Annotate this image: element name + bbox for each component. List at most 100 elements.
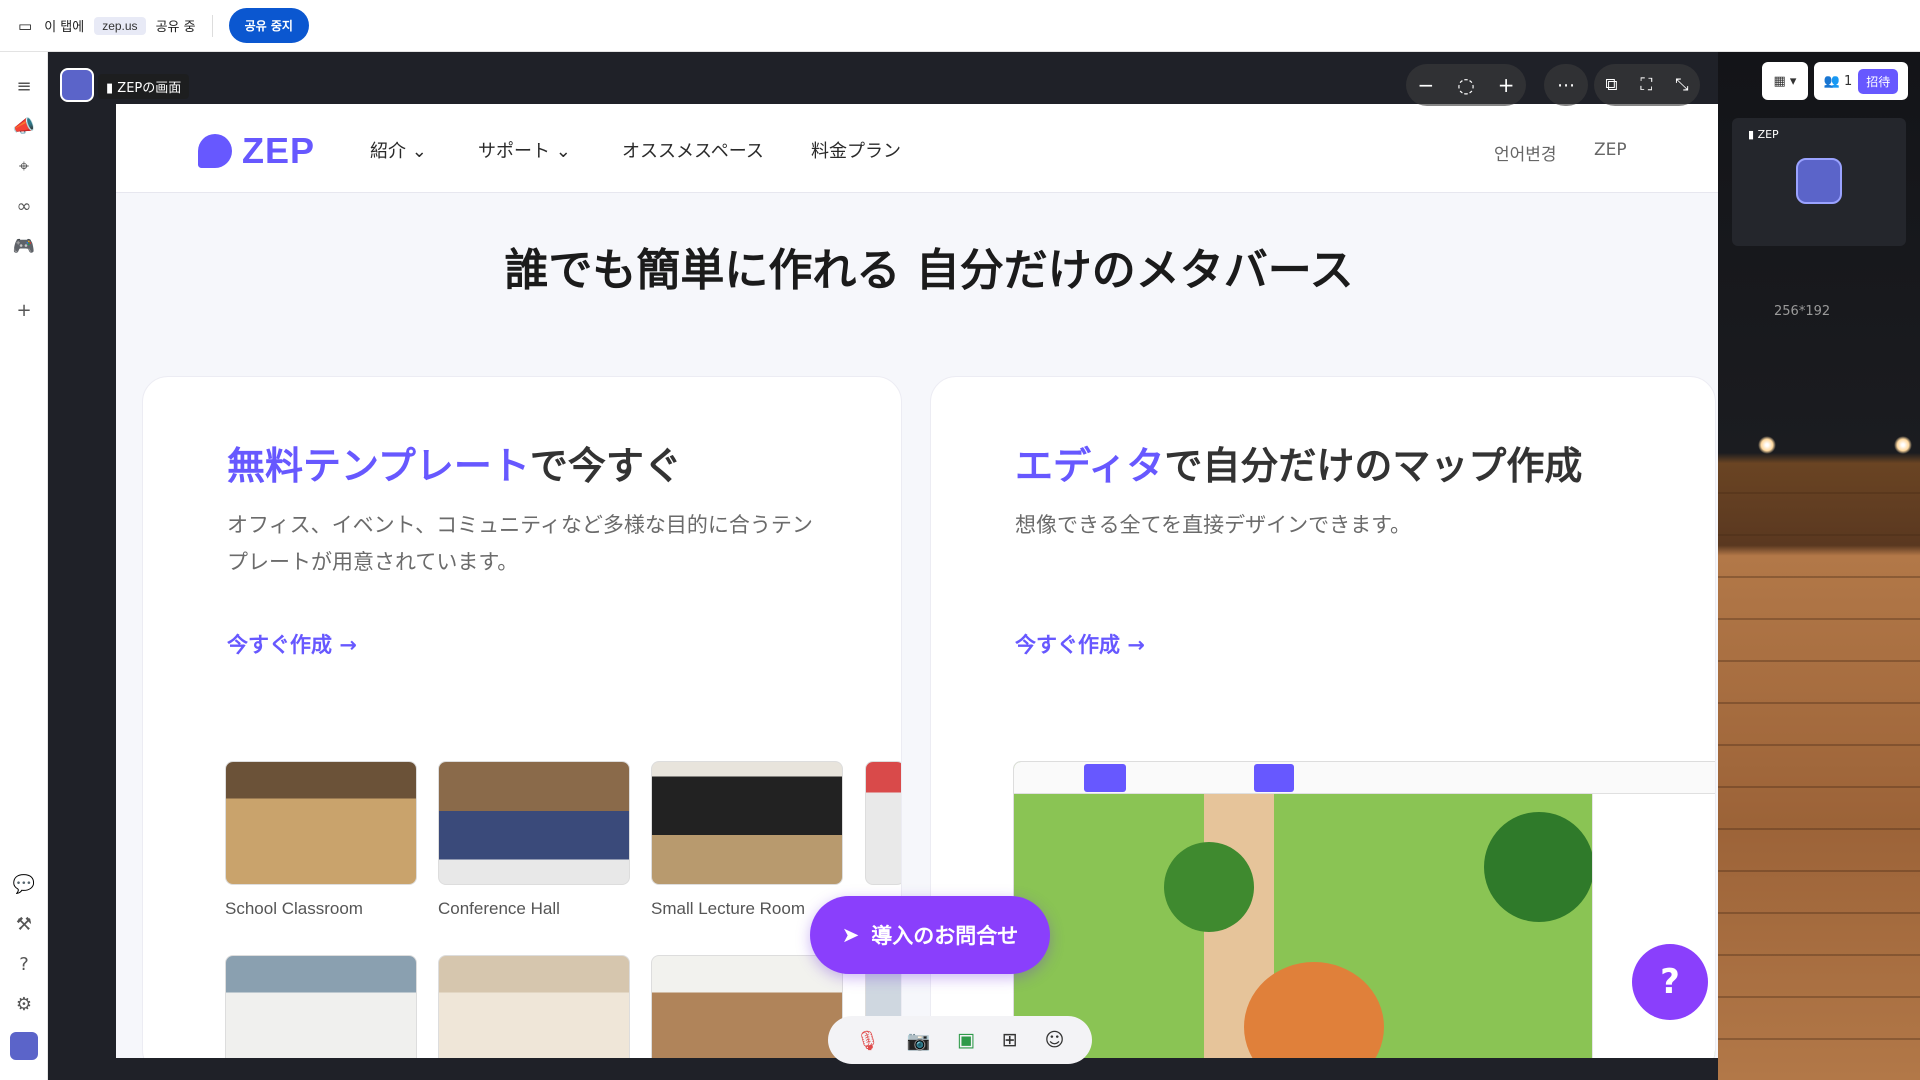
chevron-down-icon: ⌄ bbox=[411, 141, 427, 162]
editor-toolbar bbox=[1014, 762, 1715, 794]
view-controls: ⧉ ⛶ ⤡ bbox=[1594, 64, 1700, 106]
nav-intro[interactable]: 紹介 ⌄ bbox=[370, 137, 427, 163]
template-label: Conference Hall bbox=[438, 899, 560, 918]
game-floor bbox=[1718, 492, 1920, 1080]
menu-icon[interactable]: ≡ bbox=[12, 74, 36, 98]
map-editor-preview bbox=[1013, 761, 1715, 1058]
contact-sales-label: 導入のお問合せ bbox=[871, 924, 1019, 948]
resolution-label: 256*192 bbox=[1774, 304, 1831, 319]
zoom-controls: − ◌ + bbox=[1406, 64, 1526, 106]
nav-support-label: サポート bbox=[478, 141, 550, 162]
editor-active-tool bbox=[1084, 764, 1126, 792]
game-lamp bbox=[1894, 436, 1912, 454]
zep-menu-link[interactable]: ZEP bbox=[1594, 140, 1627, 160]
game-lamp bbox=[1758, 436, 1776, 454]
participant-avatar bbox=[1796, 158, 1842, 204]
arrow-right-icon: → bbox=[1127, 633, 1145, 657]
video-tile-label: ▮ ZEP bbox=[1748, 128, 1779, 141]
help-icon[interactable]: ? bbox=[12, 952, 36, 976]
editor-tree bbox=[1484, 812, 1594, 922]
template-label: Small Lecture Room bbox=[651, 899, 806, 918]
zoom-out-icon[interactable]: − bbox=[1418, 73, 1435, 97]
send-icon: ➤ bbox=[841, 923, 860, 947]
template-label: School Classroom bbox=[225, 899, 363, 918]
signal-icon: ▮ bbox=[106, 81, 118, 96]
nav-intro-label: 紹介 bbox=[370, 141, 406, 162]
hammer-icon[interactable]: ⚒ bbox=[12, 912, 36, 936]
share-prefix-text: 이 탭에 bbox=[44, 20, 85, 35]
editor-stamp-tool bbox=[1254, 764, 1294, 792]
layout-toggle-button[interactable]: ▦ ▾ bbox=[1762, 62, 1808, 100]
emoji-icon[interactable]: ☺ bbox=[1045, 1029, 1065, 1051]
link-icon[interactable]: ∞ bbox=[12, 194, 36, 218]
gamepad-icon[interactable]: 🎮 bbox=[12, 234, 36, 258]
signal-icon: ▮ bbox=[1748, 128, 1758, 141]
template-thumb-office[interactable] bbox=[225, 955, 417, 1058]
video-tile-name: ZEP bbox=[1757, 128, 1779, 141]
apps-icon[interactable]: ⊞ bbox=[1002, 1029, 1018, 1051]
template-thumb-partial[interactable] bbox=[865, 761, 901, 885]
editor-title-rest: で自分だけのマップ作成 bbox=[1164, 444, 1583, 488]
site-logo[interactable]: ZEP bbox=[242, 130, 315, 172]
templates-card-title: 無料テンプレートで今すぐ bbox=[227, 435, 682, 490]
mic-off-icon[interactable]: 🎙 bbox=[855, 1029, 879, 1052]
layout-icon: ▦ ▾ bbox=[1773, 73, 1797, 89]
stop-sharing-button[interactable]: 공유 중지 bbox=[228, 8, 309, 43]
templates-create-link[interactable]: 今すぐ作成 → bbox=[227, 629, 357, 659]
templates-title-rest: で今すぐ bbox=[529, 444, 682, 488]
picture-in-picture-icon[interactable]: ⧉ bbox=[1605, 75, 1617, 95]
templates-cta-label: 今すぐ作成 bbox=[227, 633, 332, 657]
left-sidebar: ≡ 📣 ⌖ ∞ 🎮 + 💬 ⚒ ? ⚙ bbox=[0, 52, 48, 1080]
templates-card-description: オフィス、イベント、コミュニティなど多様な目的に合うテンプレートが用意されていま… bbox=[227, 513, 813, 574]
screen-share-bar: ▭ 이 탭에 zep.us 공유 중 공유 중지 bbox=[0, 0, 1920, 52]
editor-card-title: エディタで自分だけのマップ作成 bbox=[1015, 435, 1582, 490]
site-header: ZEP 紹介 ⌄ サポート ⌄ オススメスペース 料金プラン 언어변경 ZEP bbox=[116, 104, 1742, 193]
template-thumb-conference-hall[interactable] bbox=[438, 761, 630, 885]
editor-create-link[interactable]: 今すぐ作成 → bbox=[1015, 629, 1145, 659]
users-icon: 👥 bbox=[1823, 73, 1840, 89]
participant-video-tile[interactable]: ▮ ZEP bbox=[1732, 118, 1906, 246]
share-bar-divider bbox=[211, 14, 213, 37]
editor-cta-label: 今すぐ作成 bbox=[1015, 633, 1120, 657]
nav-support[interactable]: サポート ⌄ bbox=[478, 137, 571, 163]
editor-card-description: 想像できる全てを直接デザインできます。 bbox=[1015, 513, 1412, 537]
editor-card: エディタで自分だけのマップ作成 想像できる全てを直接デザインできます。 今すぐ作… bbox=[930, 376, 1716, 1058]
minimize-icon[interactable]: ⤡ bbox=[1675, 75, 1689, 95]
nav-pricing[interactable]: 料金プラン bbox=[811, 137, 901, 163]
fullscreen-icon[interactable]: ⛶ bbox=[1640, 75, 1652, 95]
arrow-right-icon: → bbox=[339, 633, 357, 657]
shared-domain-chip: zep.us bbox=[94, 16, 146, 35]
editor-title-accent: エディタ bbox=[1015, 444, 1165, 488]
participants-button[interactable]: 👥 1 招待 bbox=[1814, 62, 1908, 100]
screen-share-label-text: ZEPの画面 bbox=[117, 81, 182, 96]
share-suffix-text: 공유 중 bbox=[155, 20, 196, 35]
templates-card: 無料テンプレートで今すぐ オフィス、イベント、コミュニティなど多様な目的に合うテ… bbox=[142, 376, 902, 1058]
megaphone-icon[interactable]: 📣 bbox=[12, 114, 36, 138]
templates-title-accent: 無料テンプレート bbox=[227, 444, 530, 488]
page-headline: 誰でも簡単に作れる 自分だけのメタバース bbox=[504, 245, 1354, 296]
editor-tree bbox=[1164, 842, 1254, 932]
template-thumb-school-classroom[interactable] bbox=[225, 761, 417, 885]
help-chat-button[interactable]: ? bbox=[1632, 944, 1708, 1020]
plus-icon[interactable]: + bbox=[12, 298, 36, 322]
template-thumb-hall[interactable] bbox=[651, 955, 843, 1058]
invite-button[interactable]: 招待 bbox=[1858, 68, 1899, 94]
zoom-in-icon[interactable]: + bbox=[1498, 73, 1515, 97]
contact-sales-button[interactable]: ➤ 導入のお問合せ bbox=[810, 896, 1050, 974]
chevron-down-icon: ⌄ bbox=[555, 141, 571, 162]
more-options-button[interactable]: ⋯ bbox=[1544, 64, 1588, 106]
template-thumb-small-lecture-room[interactable] bbox=[651, 761, 843, 885]
help-chat-label: ? bbox=[1660, 962, 1680, 1002]
location-pin-icon[interactable]: ⌖ bbox=[12, 154, 36, 178]
media-control-bar: 🎙 📷 ▣ ⊞ ☺ bbox=[828, 1016, 1092, 1064]
participant-count: 1 bbox=[1843, 73, 1853, 89]
zoom-reset-icon[interactable]: ◌ bbox=[1457, 73, 1474, 97]
settings-icon[interactable]: ⚙ bbox=[12, 992, 36, 1016]
user-avatar[interactable] bbox=[10, 1032, 38, 1060]
template-thumb-cafe[interactable] bbox=[438, 955, 630, 1058]
nav-recommended-spaces[interactable]: オススメスペース bbox=[622, 137, 764, 163]
screen-share-icon[interactable]: ▣ bbox=[957, 1029, 975, 1051]
chat-icon[interactable]: 💬 bbox=[12, 872, 36, 896]
camera-off-icon[interactable]: 📷 bbox=[906, 1029, 930, 1052]
language-change-link[interactable]: 언어변경 bbox=[1494, 140, 1557, 165]
